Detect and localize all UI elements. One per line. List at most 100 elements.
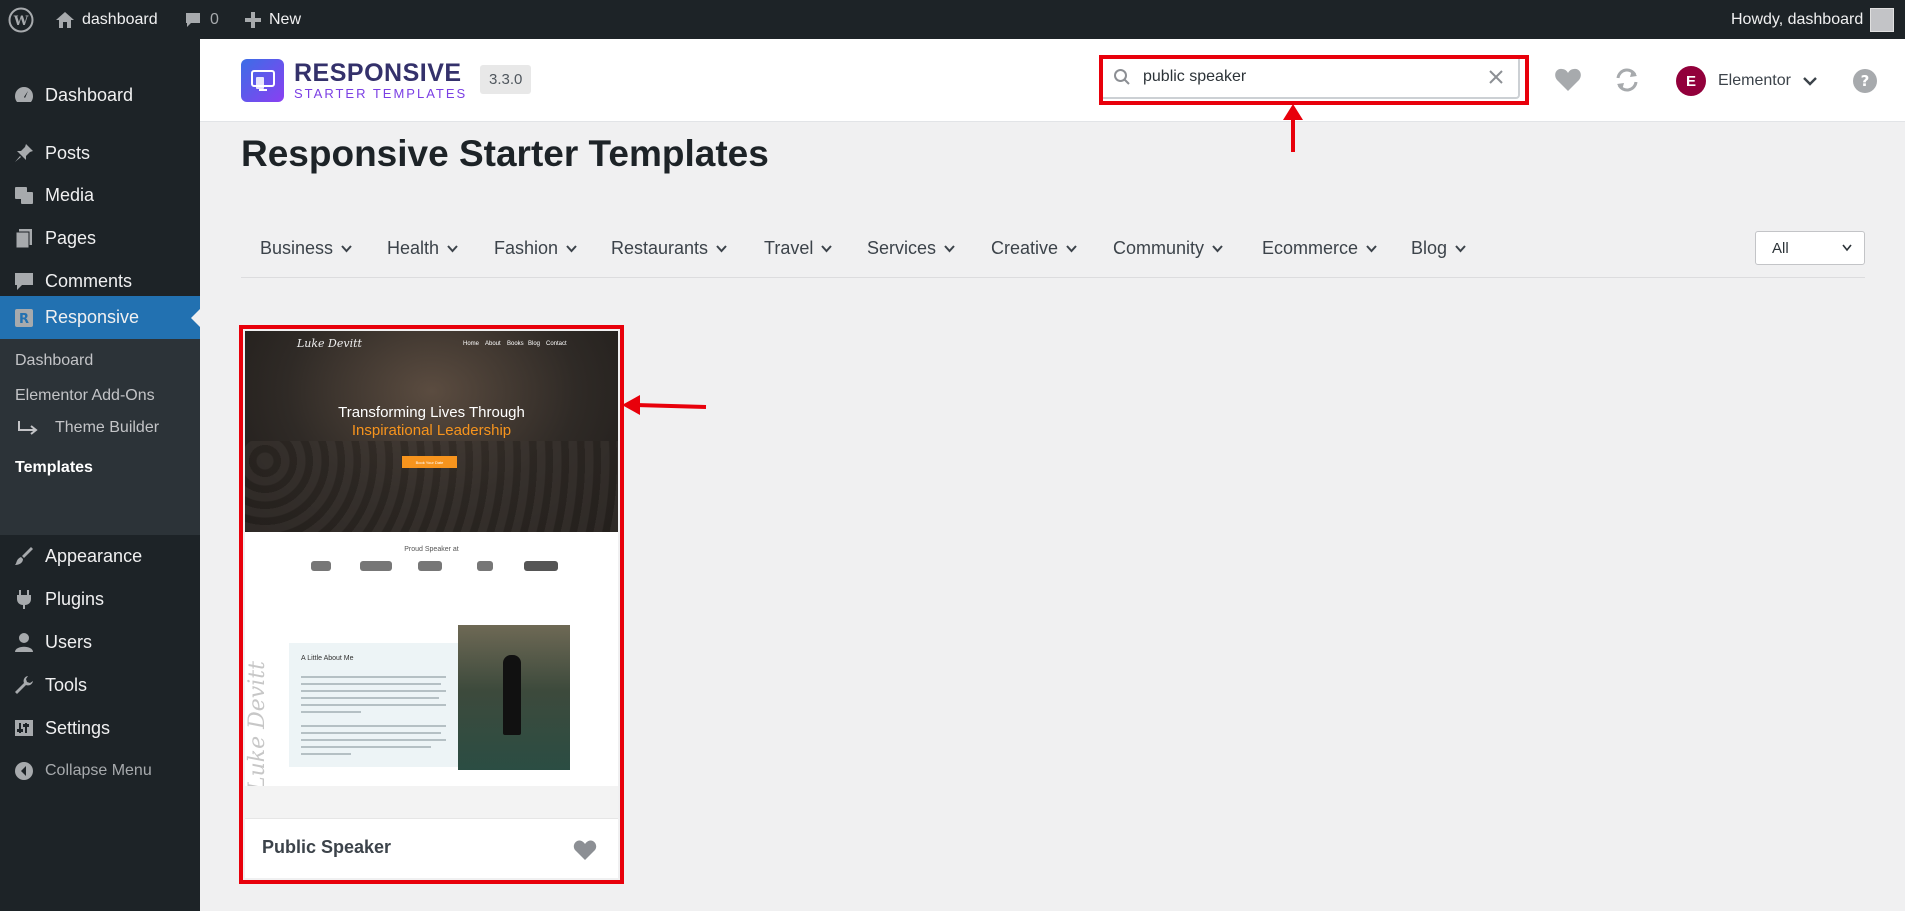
chevron-down-icon — [447, 245, 458, 253]
submenu-elementor-addons[interactable]: Elementor Add-Ons — [15, 387, 155, 405]
menu-users[interactable]: Users — [0, 621, 200, 663]
menu-label: Comments — [45, 270, 133, 291]
svg-text:W: W — [13, 14, 29, 29]
menu-plugins[interactable]: Plugins — [0, 578, 200, 620]
builder-label: Elementor — [1718, 72, 1791, 89]
responsive-submenu: Dashboard Elementor Add-Ons Theme Builde… — [0, 339, 200, 535]
new-label: New — [269, 10, 302, 28]
site-name: dashboard — [82, 10, 158, 28]
active-indicator — [191, 309, 200, 327]
menu-label: Users — [45, 631, 93, 652]
avatar — [1870, 7, 1895, 32]
favorites-heart-icon[interactable] — [1554, 67, 1582, 93]
help-icon[interactable]: ? — [1852, 68, 1878, 94]
left-arrow-annotation-icon — [622, 395, 707, 415]
category-business[interactable]: Business — [260, 238, 352, 259]
svg-text:?: ? — [1861, 72, 1870, 90]
menu-appearance[interactable]: Appearance — [0, 535, 200, 577]
logo-line-2: STARTER TEMPLATES — [294, 85, 468, 101]
settings-icon — [14, 720, 33, 736]
category-label: Travel — [764, 238, 814, 258]
menu-label: Collapse Menu — [45, 762, 152, 779]
plugin-icon — [16, 590, 31, 609]
site-name-link[interactable]: dashboard — [55, 0, 158, 39]
menu-posts[interactable]: Posts — [0, 132, 200, 174]
category-community[interactable]: Community — [1113, 238, 1223, 259]
plugin-logo: RESPONSIVE STARTER TEMPLATES — [241, 59, 467, 102]
submenu-templates[interactable]: Templates — [15, 459, 93, 477]
card-highlight-box — [239, 325, 624, 884]
chevron-down-icon — [716, 245, 727, 253]
category-creative[interactable]: Creative — [991, 238, 1077, 259]
menu-dashboard[interactable]: Dashboard — [0, 74, 200, 116]
chevron-down-icon — [1212, 245, 1223, 253]
comments-link[interactable]: 0 — [183, 0, 219, 39]
category-label: Ecommerce — [1262, 238, 1359, 258]
menu-label: Pages — [45, 227, 97, 248]
chevron-down-icon — [1803, 77, 1817, 86]
logo-line-1: RESPONSIVE — [294, 58, 462, 87]
category-label: Blog — [1411, 238, 1448, 258]
category-services[interactable]: Services — [867, 238, 955, 259]
svg-text:R: R — [18, 312, 28, 327]
admin-sidebar: Dashboard Posts Media Pages Comments R R… — [0, 39, 200, 911]
menu-responsive[interactable]: R Responsive — [0, 296, 200, 339]
admin-bar: W dashboard 0 New Howdy, dashboard — [0, 0, 1905, 39]
menu-settings[interactable]: Settings — [0, 707, 200, 749]
menu-pages[interactable]: Pages — [0, 217, 200, 259]
chevron-down-icon — [1366, 245, 1377, 253]
menu-label: Dashboard — [45, 84, 134, 105]
brush-icon — [14, 547, 33, 565]
type-filter-select[interactable]: All — [1755, 231, 1865, 265]
version-badge: 3.3.0 — [480, 65, 532, 94]
submenu-label: Theme Builder — [55, 419, 160, 436]
comments-count: 0 — [210, 10, 219, 28]
sync-icon[interactable] — [1613, 67, 1641, 93]
media-icon — [14, 187, 33, 204]
menu-tools[interactable]: Tools — [0, 664, 200, 706]
chevron-down-icon — [1066, 245, 1077, 253]
menu-label: Responsive — [45, 307, 140, 327]
collapse-icon — [14, 762, 33, 780]
menu-label: Posts — [45, 142, 91, 163]
chevron-down-icon — [1455, 245, 1466, 253]
category-restaurants[interactable]: Restaurants — [611, 238, 727, 259]
category-label: Business — [260, 238, 334, 258]
wordpress-logo-icon[interactable]: W — [8, 0, 34, 39]
home-icon — [56, 11, 74, 28]
category-blog[interactable]: Blog — [1411, 238, 1466, 259]
category-label: Fashion — [494, 238, 559, 258]
responsive-icon: R — [14, 308, 33, 327]
category-fashion[interactable]: Fashion — [494, 238, 577, 259]
wrench-icon — [14, 676, 33, 694]
category-label: Restaurants — [611, 238, 709, 258]
filter-value: All — [1772, 239, 1789, 257]
search-highlight-box — [1099, 55, 1529, 105]
page-title: Responsive Starter Templates — [241, 133, 769, 174]
new-content-link[interactable]: New — [244, 0, 301, 39]
responsive-logo-icon — [241, 59, 284, 102]
submenu-theme-builder[interactable]: Theme Builder — [15, 419, 159, 437]
category-travel[interactable]: Travel — [764, 238, 833, 259]
chevron-down-icon — [821, 245, 833, 253]
menu-media[interactable]: Media — [0, 174, 200, 216]
pages-icon — [15, 229, 32, 249]
page-builder-select[interactable]: E Elementor — [1676, 66, 1817, 96]
menu-label: Plugins — [45, 588, 105, 609]
category-health[interactable]: Health — [387, 238, 458, 259]
menu-label: Media — [45, 184, 95, 205]
collapse-menu-button[interactable]: Collapse Menu — [0, 750, 200, 792]
category-filter-bar: Business Health Fashion Restaurants Trav… — [241, 232, 1865, 278]
submenu-dashboard[interactable]: Dashboard — [15, 352, 93, 370]
pin-icon — [14, 144, 33, 162]
category-ecommerce[interactable]: Ecommerce — [1262, 238, 1377, 259]
dashboard-icon — [14, 87, 33, 102]
up-arrow-annotation-icon — [1283, 104, 1303, 152]
my-account-link[interactable]: Howdy, dashboard — [1731, 0, 1895, 39]
category-label: Creative — [991, 238, 1059, 258]
elementor-icon: E — [1676, 66, 1706, 96]
menu-label: Settings — [45, 717, 111, 738]
user-icon — [14, 633, 33, 652]
category-label: Community — [1113, 238, 1205, 258]
plugin-header: RESPONSIVE STARTER TEMPLATES 3.3.0 publi… — [200, 39, 1905, 122]
